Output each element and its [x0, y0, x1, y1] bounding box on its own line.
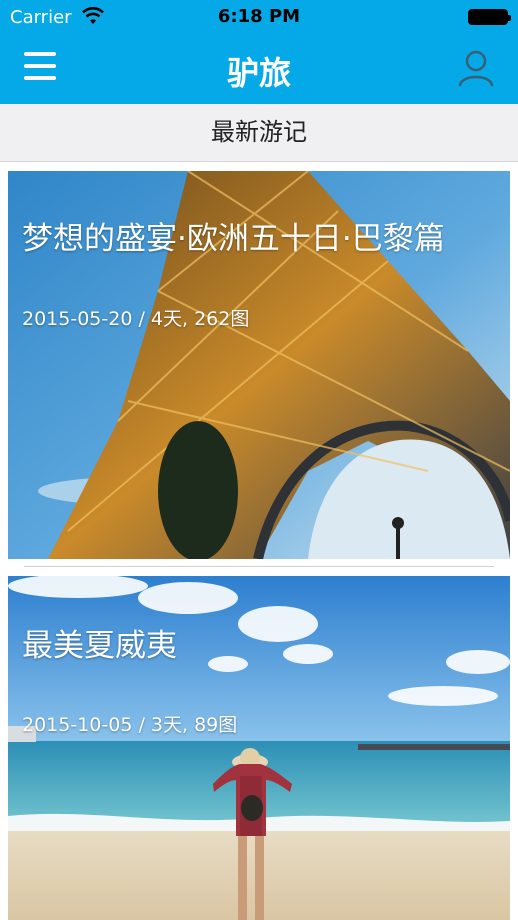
section-header: 最新游记	[0, 104, 518, 162]
post-title: 梦想的盛宴·欧洲五十日·巴黎篇	[22, 221, 445, 257]
app-header: Carrier 6:18 PM 驴旅	[0, 0, 518, 104]
post-card-paris[interactable]: 梦想的盛宴·欧洲五十日·巴黎篇 2015-05-20 / 4天, 262图	[8, 171, 510, 559]
card-divider	[24, 566, 494, 567]
section-title: 最新游记	[211, 118, 307, 146]
post-meta: 2015-05-20 / 4天, 262图	[22, 308, 250, 330]
status-bar: Carrier 6:18 PM	[0, 0, 518, 34]
nav-bar: 驴旅	[0, 34, 518, 104]
post-title: 最美夏威夷	[22, 628, 177, 664]
user-profile-icon[interactable]	[456, 48, 496, 88]
status-time: 6:18 PM	[217, 6, 301, 27]
post-card-hawaii[interactable]: 最美夏威夷 2015-10-05 / 3天, 89图	[8, 576, 510, 920]
app-title: 驴旅	[226, 54, 291, 92]
post-meta: 2015-10-05 / 3天, 89图	[22, 714, 238, 736]
battery-icon	[468, 9, 511, 25]
